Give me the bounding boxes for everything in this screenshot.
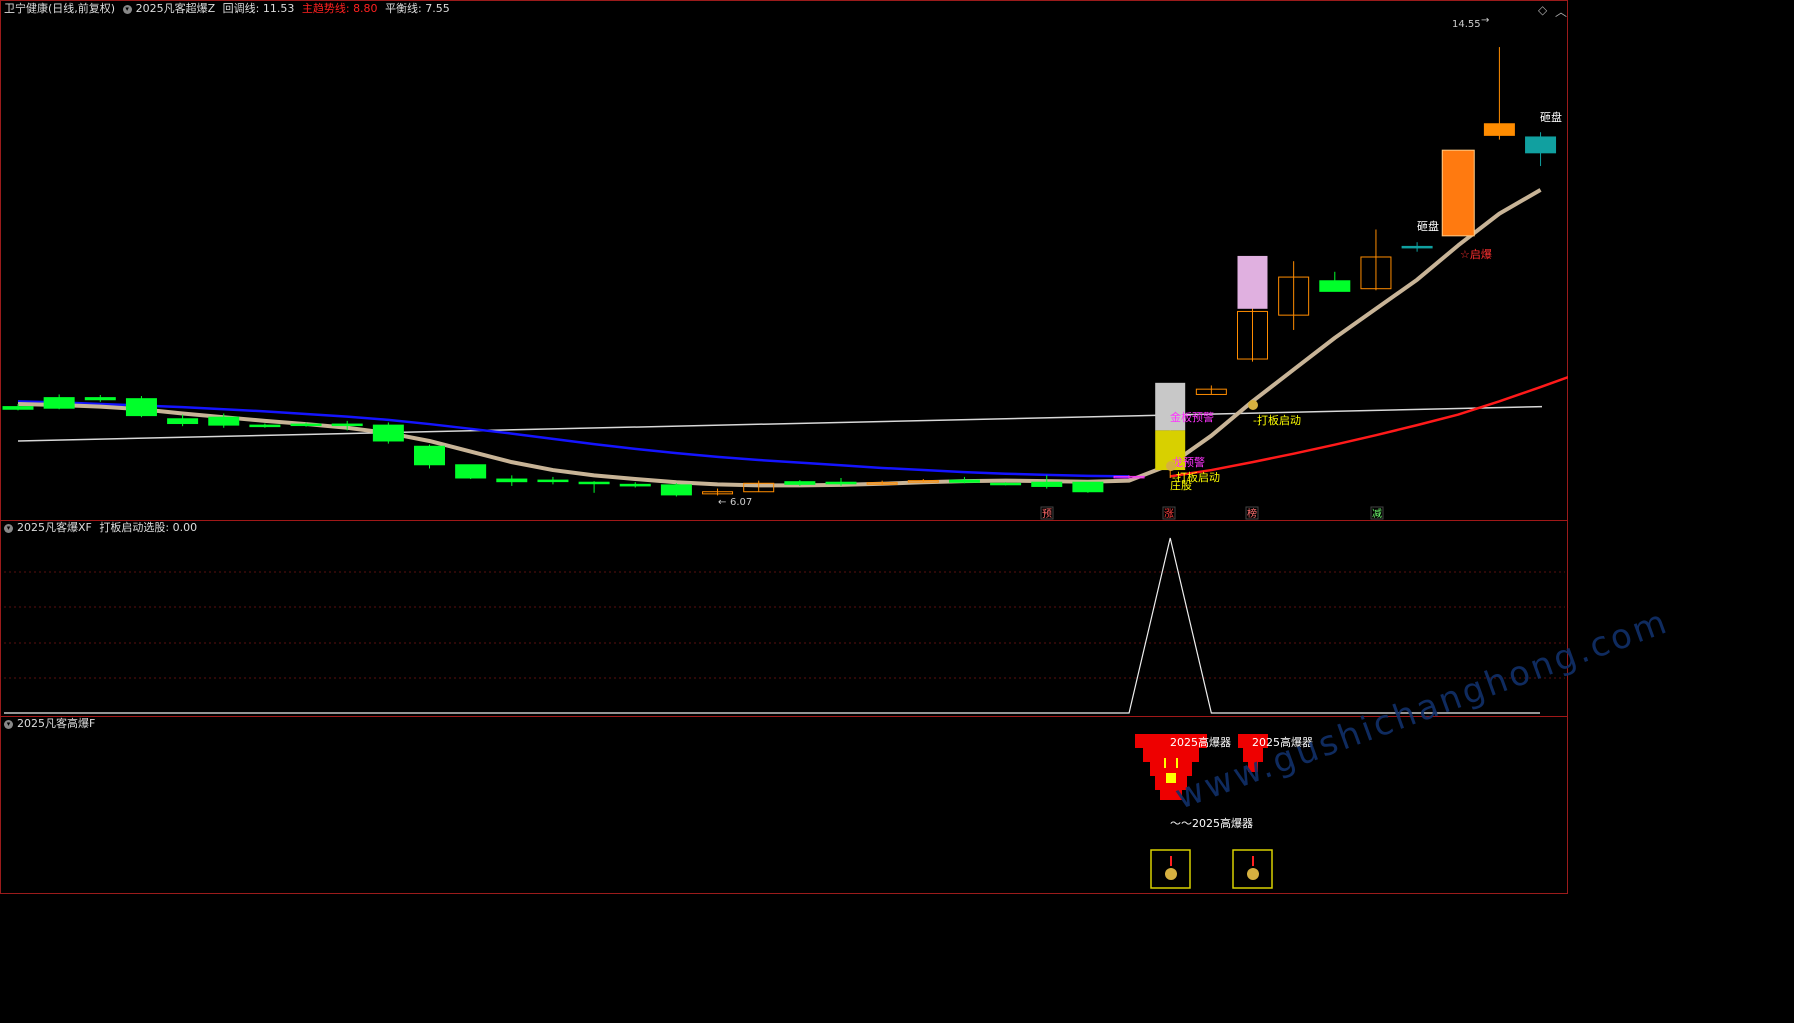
candle-body [249, 424, 281, 428]
candle-body [125, 398, 157, 417]
bottom-tag: 涨 [1164, 508, 1174, 520]
signal-line [4, 537, 1540, 714]
main-trend-line [1170, 375, 1568, 478]
candle-body [825, 481, 857, 485]
candle-body [2, 406, 34, 410]
high-price-label: 14.55 [1452, 19, 1481, 30]
qidong-label: ☆启爆 [1460, 247, 1492, 261]
sell-label: 砸盘 [1540, 110, 1562, 124]
candle-body [43, 397, 75, 409]
candle-body [1483, 123, 1515, 136]
candle-body [660, 484, 692, 496]
candle-body [372, 424, 404, 442]
burst-core [1164, 758, 1166, 768]
candle-body [1525, 136, 1557, 154]
burst-shape [1143, 748, 1199, 762]
candle-body [84, 397, 116, 401]
candle-body [619, 483, 651, 487]
low-arrow: ← [718, 497, 726, 508]
candle-body [1072, 481, 1104, 493]
avg-line [17, 188, 1542, 488]
warning-label: 龙预警 [1172, 455, 1205, 469]
candle-body [290, 423, 322, 427]
warning-block [1237, 255, 1268, 309]
zhuang-label: 庄股 [1170, 478, 1192, 492]
candle-body [1441, 149, 1475, 237]
candle-body [414, 445, 445, 466]
warning-label: 金板预警 [1170, 410, 1214, 424]
high-arrow: → [1481, 15, 1489, 26]
candle-body [496, 478, 528, 483]
money-bag-icon [1248, 400, 1258, 410]
bottom-tag: 榜 [1247, 507, 1257, 520]
candle-body [1031, 481, 1063, 487]
candle-body [537, 479, 569, 483]
candle-body [455, 464, 487, 479]
burst-core [1176, 758, 1178, 768]
candle-body [990, 482, 1022, 486]
candle-body [1401, 245, 1433, 249]
money-bag-icon [1247, 868, 1259, 880]
start-label: -打板启动 [1253, 413, 1301, 427]
candle-body [578, 481, 610, 485]
low-price-label: 6.07 [730, 497, 752, 508]
candle-body [331, 423, 363, 427]
candle-body [208, 416, 240, 426]
burst-label: 2025高爆器 [1170, 735, 1231, 749]
candle-body [948, 479, 980, 483]
bottom-tag: 预 [1042, 508, 1052, 520]
candle-body [1319, 280, 1351, 292]
bottom-tag: 减 [1372, 508, 1382, 520]
sell-label: 砸盘 [1417, 219, 1439, 233]
burst-label: ～～2025高爆器 [1170, 816, 1253, 830]
money-bag-icon [1166, 461, 1176, 471]
candle-body [167, 418, 199, 425]
money-bag-icon [1165, 868, 1177, 880]
candle-body [784, 481, 816, 485]
balance-line [17, 405, 1543, 442]
